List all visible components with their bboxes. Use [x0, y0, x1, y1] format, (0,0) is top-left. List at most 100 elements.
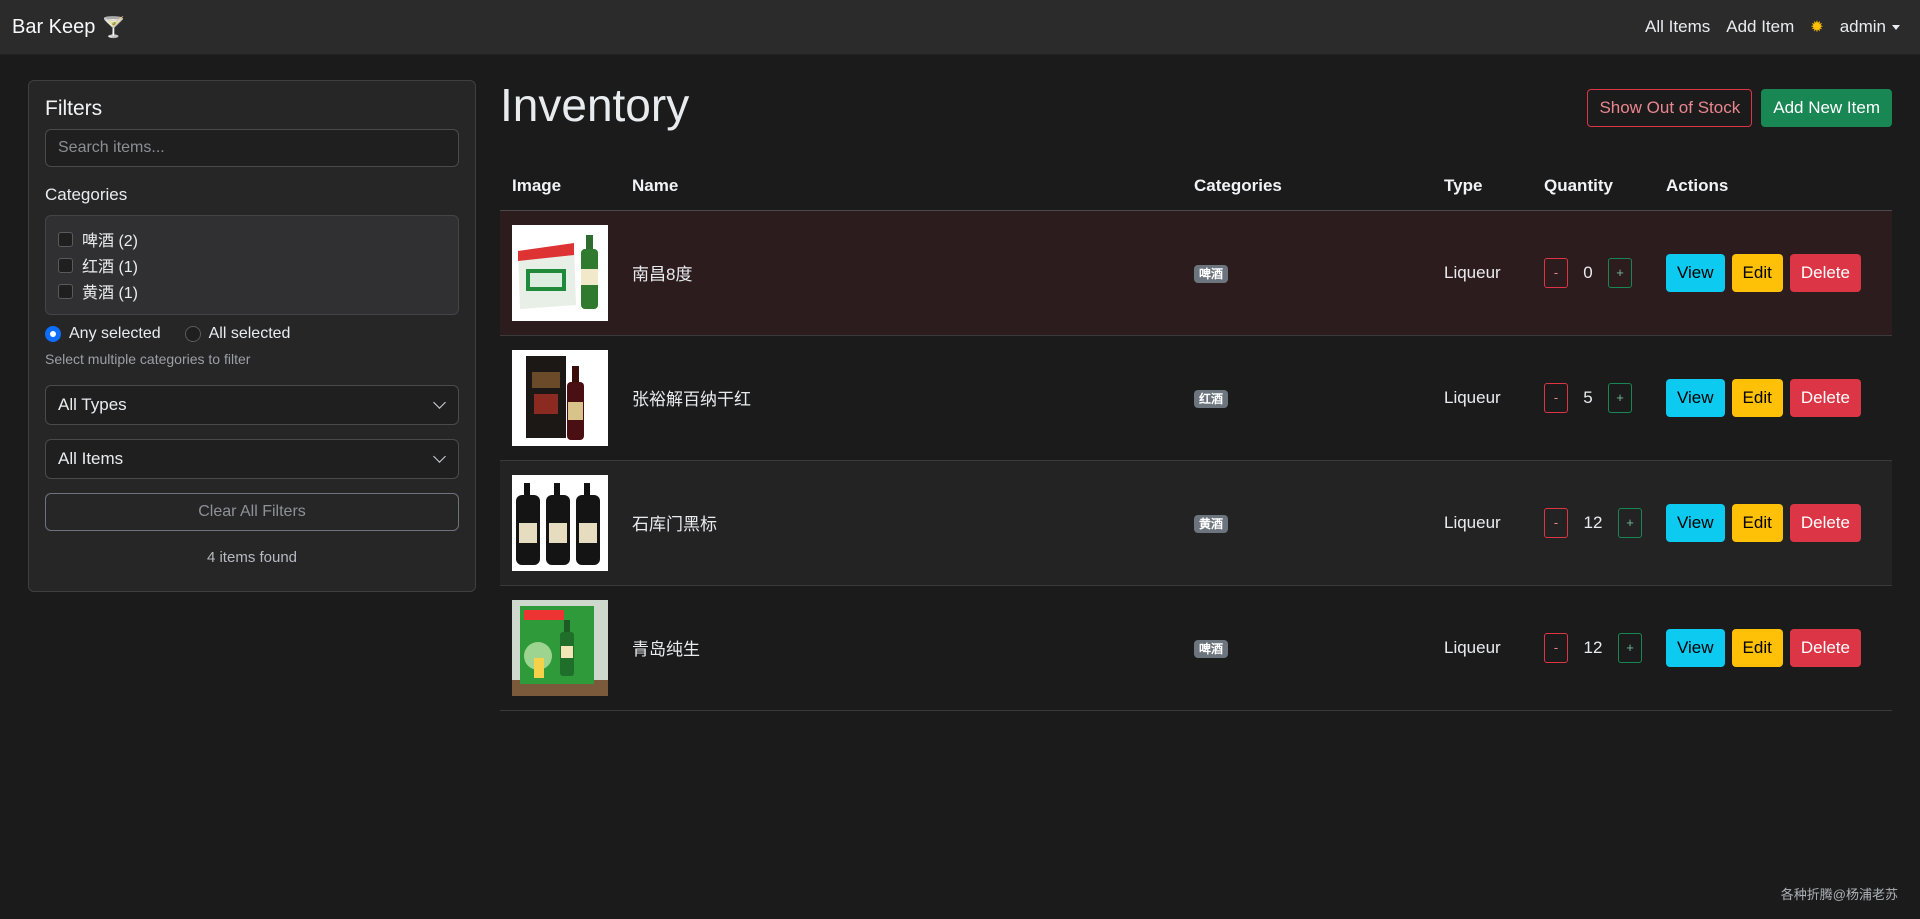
actions-cell: View Edit Delete: [1654, 460, 1892, 586]
quantity-value: 5: [1583, 387, 1593, 407]
image-cell: [500, 585, 620, 711]
search-input[interactable]: [45, 129, 459, 167]
categories-hint: Select multiple categories to filter: [45, 351, 251, 367]
user-menu[interactable]: admin: [1840, 17, 1900, 37]
item-type: Liqueur: [1432, 585, 1532, 711]
category-option[interactable]: 黄酒 (1): [58, 278, 446, 304]
decrement-button[interactable]: -: [1544, 257, 1568, 288]
decrement-button[interactable]: -: [1544, 382, 1568, 413]
delete-button[interactable]: Delete: [1789, 503, 1861, 542]
all-selected-option[interactable]: All selected: [184, 325, 291, 343]
decrement-button[interactable]: -: [1544, 632, 1568, 663]
item-type: Liqueur: [1432, 335, 1532, 461]
type-select[interactable]: All Types: [45, 385, 459, 425]
category-cell: 啤酒: [1182, 585, 1432, 711]
quantity-stepper: - 12 +: [1544, 632, 1642, 663]
table-header: Image Name Categories Type Quantity Acti…: [500, 163, 1892, 211]
column-header-categories: Categories: [1182, 163, 1432, 211]
image-cell: [500, 335, 620, 461]
category-cell: 啤酒: [1182, 210, 1432, 336]
item-name: 南昌8度: [620, 210, 1182, 336]
column-header-type: Type: [1432, 163, 1532, 211]
category-checkbox[interactable]: [58, 283, 73, 299]
item-name: 张裕解百纳干红: [620, 335, 1182, 461]
table-row: 石库门黑标 黄酒 Liqueur - 12 + View Edit Delete: [500, 460, 1892, 586]
actions-cell: View Edit Delete: [1654, 210, 1892, 336]
view-button[interactable]: View: [1666, 378, 1725, 417]
brand-link[interactable]: Bar Keep 🍸: [12, 15, 126, 40]
category-option[interactable]: 啤酒 (2): [58, 226, 446, 252]
filters-title: Filters: [45, 97, 103, 120]
increment-button[interactable]: +: [1608, 257, 1632, 288]
all-selected-label: All selected: [208, 325, 291, 342]
nav-add-item[interactable]: Add Item: [1726, 17, 1794, 37]
nav-all-items[interactable]: All Items: [1645, 17, 1710, 37]
increment-button[interactable]: +: [1608, 382, 1632, 413]
edit-button[interactable]: Edit: [1731, 253, 1783, 292]
category-label: 红酒 (1): [82, 259, 139, 276]
category-option[interactable]: 红酒 (1): [58, 252, 446, 278]
beer-box-image[interactable]: [512, 599, 608, 696]
view-button[interactable]: View: [1666, 503, 1725, 542]
filters-panel: Filters Categories 啤酒 (2) 红酒 (1) 黄酒 (1) …: [28, 80, 476, 592]
quantity-value: 0: [1583, 262, 1593, 282]
delete-button[interactable]: Delete: [1789, 253, 1861, 292]
theme-toggle-sun-icon[interactable]: ✹: [1810, 17, 1823, 37]
edit-button[interactable]: Edit: [1731, 503, 1783, 542]
nav-menu: All Items Add Item ✹ admin: [1645, 17, 1908, 37]
inventory-table: Image Name Categories Type Quantity Acti…: [500, 163, 1892, 711]
view-button[interactable]: View: [1666, 628, 1725, 667]
quantity-value: 12: [1583, 637, 1603, 657]
beer-case-image[interactable]: [512, 224, 608, 321]
watermark-text: 各种折腾@杨浦老苏: [1780, 887, 1898, 902]
stock-select-value: All Items: [58, 449, 124, 468]
any-selected-option[interactable]: Any selected: [45, 325, 161, 343]
item-name: 青岛纯生: [620, 585, 1182, 711]
page-title: Inventory: [500, 79, 690, 131]
all-selected-radio[interactable]: [184, 326, 201, 342]
quantity-cell: - 0 +: [1532, 210, 1654, 336]
category-label: 啤酒 (2): [82, 233, 139, 250]
decrement-button[interactable]: -: [1544, 507, 1568, 538]
page-actions: Show Out of Stock Add New Item: [1587, 89, 1892, 127]
match-mode: Any selected All selected: [45, 325, 459, 343]
category-badge: 红酒: [1194, 389, 1229, 408]
quantity-cell: - 12 +: [1532, 460, 1654, 586]
clear-filters-button[interactable]: Clear All Filters: [45, 493, 459, 531]
quantity-cell: - 12 +: [1532, 585, 1654, 711]
image-cell: [500, 460, 620, 586]
column-header-actions: Actions: [1654, 163, 1892, 211]
wine-bottle-image[interactable]: [512, 349, 608, 446]
category-badge: 啤酒: [1194, 264, 1229, 283]
add-new-item-button[interactable]: Add New Item: [1761, 89, 1892, 127]
column-header-quantity: Quantity: [1532, 163, 1654, 211]
delete-button[interactable]: Delete: [1789, 628, 1861, 667]
quantity-stepper: - 5 +: [1544, 382, 1642, 413]
any-selected-radio[interactable]: [45, 326, 61, 342]
cocktail-icon: 🍸: [101, 16, 127, 39]
show-out-of-stock-button[interactable]: Show Out of Stock: [1587, 89, 1753, 127]
edit-button[interactable]: Edit: [1731, 628, 1783, 667]
category-cell: 红酒: [1182, 335, 1432, 461]
stock-select[interactable]: All Items: [45, 439, 459, 479]
image-cell: [500, 210, 620, 336]
view-button[interactable]: View: [1666, 253, 1725, 292]
categories-list: 啤酒 (2) 红酒 (1) 黄酒 (1): [45, 215, 459, 315]
item-name: 石库门黑标: [620, 460, 1182, 586]
edit-button[interactable]: Edit: [1731, 378, 1783, 417]
increment-button[interactable]: +: [1618, 632, 1642, 663]
caret-down-icon: [1892, 25, 1900, 31]
table-row: 青岛纯生 啤酒 Liqueur - 12 + View Edit Delete: [500, 585, 1892, 711]
quantity-cell: - 5 +: [1532, 335, 1654, 461]
increment-button[interactable]: +: [1618, 507, 1642, 538]
categories-label: Categories: [45, 185, 128, 204]
column-header-name: Name: [620, 163, 1182, 211]
category-badge: 啤酒: [1194, 639, 1229, 658]
delete-button[interactable]: Delete: [1789, 378, 1861, 417]
category-badge: 黄酒: [1194, 514, 1229, 533]
any-selected-label: Any selected: [69, 325, 161, 342]
quantity-stepper: - 0 +: [1544, 257, 1642, 288]
rice-wine-bottles-image[interactable]: [512, 474, 608, 571]
category-checkbox[interactable]: [58, 257, 73, 273]
category-checkbox[interactable]: [58, 231, 73, 247]
